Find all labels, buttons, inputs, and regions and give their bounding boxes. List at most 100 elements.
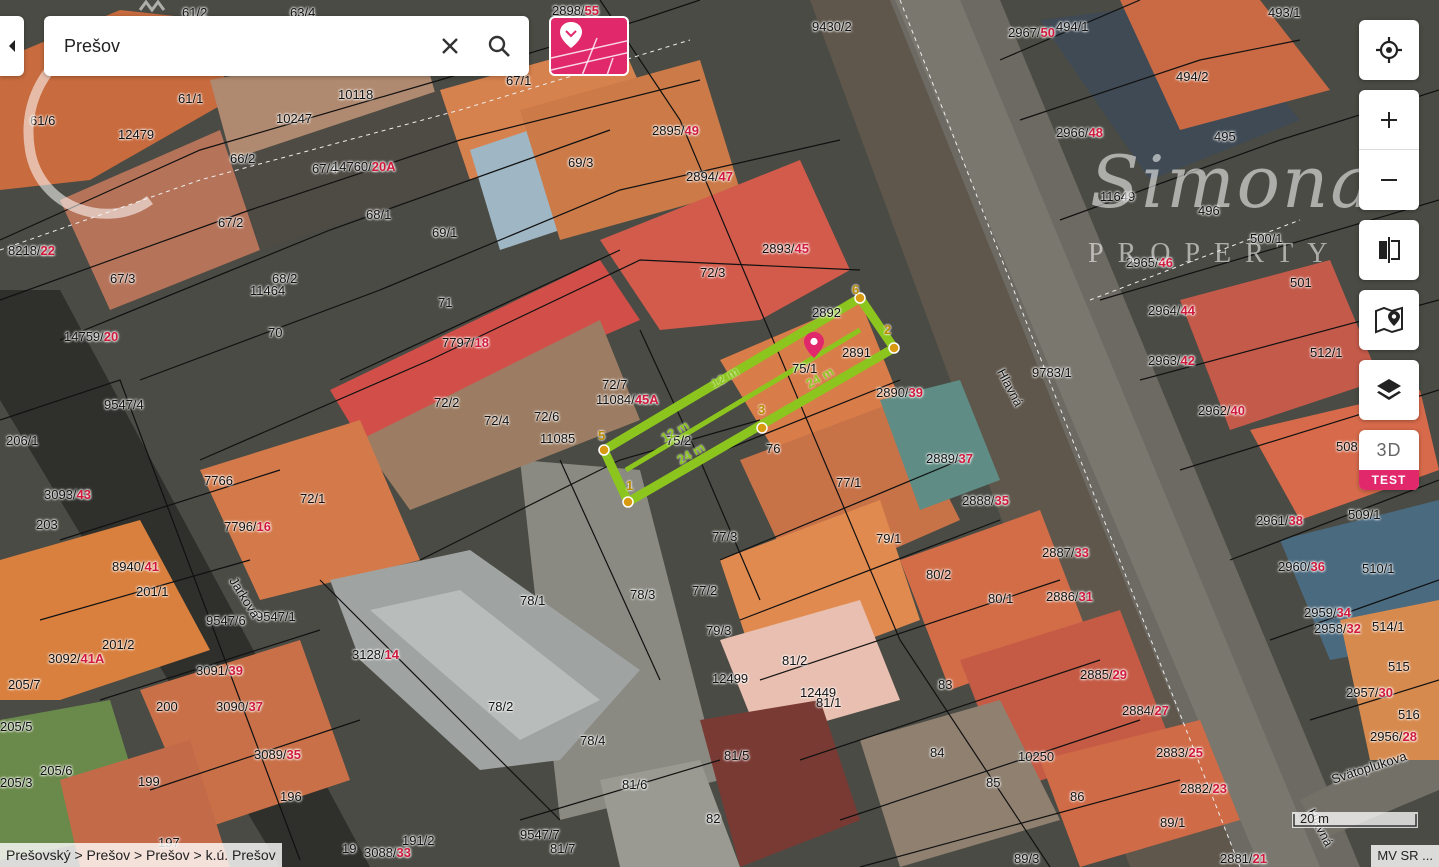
parcel-label[interactable]: 14760/20A	[332, 160, 396, 173]
parcel-label[interactable]: 9547/4	[104, 398, 144, 411]
parcel-label[interactable]: 8218/22	[8, 244, 55, 257]
parcel-label[interactable]: 8940/41	[112, 560, 159, 573]
parcel-label[interactable]: 2881/21	[1220, 852, 1267, 865]
parcel-label[interactable]: 3089/35	[254, 748, 301, 761]
parcel-label[interactable]: 3128/14	[352, 648, 399, 661]
parcel-label[interactable]: 10247	[276, 112, 312, 125]
parcel-label[interactable]: 81/6	[622, 778, 647, 791]
parcel-label[interactable]: 2957/30	[1346, 686, 1393, 699]
parcel-label[interactable]: 71	[438, 296, 452, 309]
parcel-search-mode-button[interactable]	[549, 16, 629, 76]
parcel-label[interactable]: 2894/47	[686, 170, 733, 183]
parcel-label[interactable]: 79/1	[876, 532, 901, 545]
parcel-label[interactable]: 196	[280, 790, 302, 803]
parcel-label[interactable]: 2890/39	[876, 386, 923, 399]
parcel-label[interactable]: 2959/34	[1304, 606, 1351, 619]
parcel-label[interactable]: 199	[138, 775, 160, 788]
parcel-label[interactable]: 494/1	[1056, 20, 1089, 33]
parcel-label[interactable]: 509/1	[1348, 508, 1381, 521]
parcel-label[interactable]: 205/6	[40, 764, 73, 777]
parcel-label[interactable]: 69/1	[432, 226, 457, 239]
parcel-label[interactable]: 2889/37	[926, 452, 973, 465]
parcel-label[interactable]: 2886/31	[1046, 590, 1093, 603]
collapse-panel-button[interactable]	[0, 16, 24, 76]
street-view-button[interactable]	[1359, 290, 1419, 350]
parcel-label[interactable]: 72/2	[434, 396, 459, 409]
parcel-label[interactable]: 81/2	[782, 654, 807, 667]
parcel-label[interactable]: 78/3	[630, 588, 655, 601]
parcel-label[interactable]: 72/3	[700, 266, 725, 279]
compare-maps-button[interactable]	[1359, 220, 1419, 280]
parcel-label[interactable]: 78/4	[580, 734, 605, 747]
parcel-label[interactable]: 2961/38	[1256, 514, 1303, 527]
parcel-label[interactable]: 2956/28	[1370, 730, 1417, 743]
parcel-label[interactable]: 206/1	[6, 434, 39, 447]
parcel-label[interactable]: 200	[156, 700, 178, 713]
parcel-label[interactable]: 2967/50	[1008, 26, 1055, 39]
3d-view-button[interactable]: 3D TEST	[1359, 430, 1419, 490]
parcel-label[interactable]: 9547/7	[520, 828, 560, 841]
parcel-label[interactable]: 2966/48	[1056, 126, 1103, 139]
parcel-label[interactable]: 2893/45	[762, 242, 809, 255]
parcel-label[interactable]: 2892	[812, 306, 841, 319]
parcel-label[interactable]: 510/1	[1362, 562, 1395, 575]
parcel-label[interactable]: 89/3	[1014, 852, 1039, 865]
parcel-label[interactable]: 493/1	[1268, 6, 1301, 19]
parcel-label[interactable]: 78/2	[488, 700, 513, 713]
parcel-label[interactable]: 2963/42	[1148, 354, 1195, 367]
parcel-label[interactable]: 67/2	[218, 216, 243, 229]
parcel-label[interactable]: 2960/36	[1278, 560, 1325, 573]
parcel-label[interactable]: 14759/20	[64, 330, 118, 343]
parcel-label[interactable]: 203	[36, 518, 58, 531]
parcel-label[interactable]: 10250	[1018, 750, 1054, 763]
parcel-label[interactable]: 2888/35	[962, 494, 1009, 507]
parcel-label[interactable]: 61/1	[178, 92, 203, 105]
parcel-label[interactable]: 79/3	[706, 624, 731, 637]
parcel-label[interactable]: 515	[1388, 660, 1410, 673]
parcel-label[interactable]: 2962/40	[1198, 404, 1245, 417]
parcel-label[interactable]: 68/1	[366, 208, 391, 221]
parcel-label[interactable]: 80/2	[926, 568, 951, 581]
parcel-label[interactable]: 86	[1070, 790, 1084, 803]
parcel-label[interactable]: 83	[938, 678, 952, 691]
parcel-label[interactable]: 9547/6	[206, 614, 246, 627]
map-view[interactable]: 61/2 63/4 2898/55 9430/2 2967/50 494/1 493/1 61…	[0, 0, 1439, 867]
parcel-label[interactable]: 76	[766, 442, 780, 455]
parcel-label[interactable]: 11084/45A	[596, 393, 659, 406]
parcel-label[interactable]: 508	[1336, 440, 1358, 453]
parcel-label[interactable]: 2964/44	[1148, 304, 1195, 317]
parcel-label[interactable]: 2883/25	[1156, 746, 1203, 759]
parcel-label[interactable]: 81/1	[816, 696, 841, 709]
parcel-label[interactable]: 2895/49	[652, 124, 699, 137]
search-input[interactable]	[64, 34, 424, 58]
parcel-label[interactable]: 66/2	[230, 152, 255, 165]
parcel-label[interactable]: 205/3	[0, 776, 33, 789]
parcel-label[interactable]: 494/2	[1176, 70, 1209, 83]
parcel-label[interactable]: 72/1	[300, 492, 325, 505]
parcel-label[interactable]: 78/1	[520, 594, 545, 607]
parcel-label[interactable]: 70	[268, 326, 282, 339]
parcel-label[interactable]: 2884/27	[1122, 704, 1169, 717]
parcel-label[interactable]: 3093/43	[44, 488, 91, 501]
parcel-label[interactable]: 77/1	[836, 476, 861, 489]
close-icon[interactable]	[438, 34, 462, 58]
parcel-label[interactable]: 3092/41A	[48, 652, 104, 665]
parcel-label[interactable]: 82	[706, 812, 720, 825]
parcel-label[interactable]: 67/3	[110, 272, 135, 285]
parcel-label[interactable]: 2958/32	[1314, 622, 1361, 635]
parcel-label[interactable]: 3090/37	[216, 700, 263, 713]
parcel-label[interactable]: 2891	[842, 346, 871, 359]
parcel-label[interactable]: 81/7	[550, 842, 575, 855]
parcel-label[interactable]: 72/7	[602, 378, 627, 391]
parcel-label[interactable]: 77/2	[692, 584, 717, 597]
parcel-label[interactable]: 9783/1	[1032, 366, 1072, 379]
parcel-label[interactable]: 89/1	[1160, 816, 1185, 829]
parcel-label[interactable]: 201/1	[136, 585, 169, 598]
zoom-out-button[interactable]	[1359, 150, 1419, 210]
zoom-in-button[interactable]	[1359, 90, 1419, 150]
parcel-label[interactable]: 77/3	[712, 530, 737, 543]
parcel-label[interactable]: 7766	[204, 474, 233, 487]
parcel-label[interactable]: 205/5	[0, 720, 33, 733]
parcel-label[interactable]: 205/7	[8, 678, 41, 691]
parcel-label[interactable]: 3091/39	[196, 664, 243, 677]
